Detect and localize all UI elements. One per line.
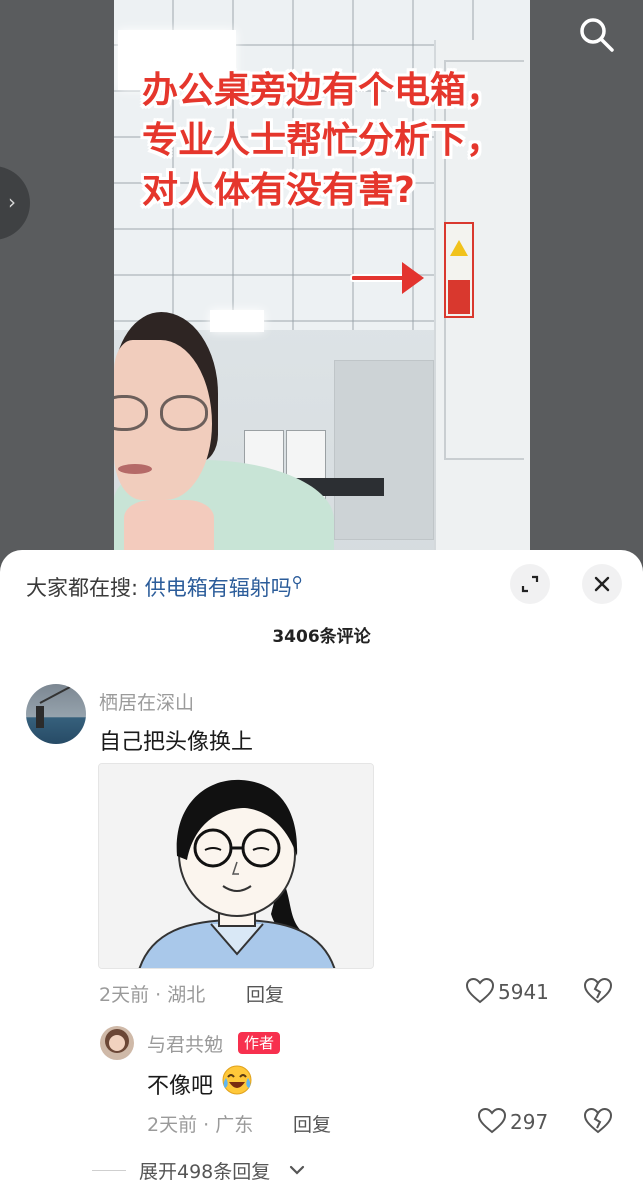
lens (160, 395, 208, 431)
comment-image[interactable] (98, 763, 374, 969)
comment-text: 自己把头像换上 (99, 730, 254, 755)
glasses (114, 395, 220, 431)
like-count: 5941 (498, 980, 549, 1004)
author-badge: 作者 (238, 1032, 281, 1054)
broken-heart-icon[interactable] (584, 978, 612, 1004)
laughing-crying-emoji (222, 1065, 252, 1095)
comment-time: 2天前 (99, 984, 150, 1006)
reply-avatar[interactable] (100, 1026, 134, 1060)
warning-sign-label (448, 280, 470, 314)
search-suggestion-label: 大家都在搜: (26, 576, 139, 600)
chevron-down-icon[interactable] (288, 1162, 306, 1178)
fisherman (36, 706, 44, 728)
comment-meta: 2天前 · 湖北 (99, 984, 206, 1006)
video-player[interactable]: 办公桌旁边有个电箱，专业人士帮忙分析下，对人体有没有害? (114, 0, 530, 560)
fishing-rod (39, 686, 71, 704)
warning-triangle-icon (450, 240, 468, 256)
reply-meta: 2天前 · 广东 (147, 1114, 254, 1136)
close-icon (594, 576, 610, 592)
reply-reply-button[interactable]: 回复 (293, 1110, 331, 1137)
lips (118, 464, 152, 474)
search-suggestion-term[interactable]: 供电箱有辐射吗 (145, 576, 292, 600)
small-search-icon: ⚲ (291, 573, 303, 591)
reply-like-count: 297 (510, 1110, 549, 1134)
expand-button[interactable] (510, 564, 550, 604)
reply-button[interactable]: 回复 (246, 980, 284, 1007)
avatar-face (109, 1035, 125, 1051)
comment-location: 湖北 (167, 984, 206, 1006)
heart-icon[interactable] (466, 978, 494, 1004)
lens (114, 395, 148, 431)
person (114, 300, 354, 560)
video-caption: 办公桌旁边有个电箱，专业人士帮忙分析下，对人体有没有害? (142, 70, 503, 211)
reply-username[interactable]: 与君共勉 (147, 1030, 223, 1057)
heart-icon[interactable] (478, 1108, 506, 1134)
arrow-icon (350, 274, 406, 282)
arrow-head-icon (402, 262, 424, 294)
reply-location: 广东 (215, 1114, 254, 1136)
expand-icon (521, 575, 539, 593)
avatar[interactable] (26, 684, 86, 744)
comment-count: 3406条评论 (272, 627, 371, 647)
expand-replies-button[interactable]: 展开498条回复 (139, 1157, 270, 1184)
close-button[interactable] (582, 564, 622, 604)
reply-time: 2天前 (147, 1114, 198, 1136)
divider (92, 1170, 126, 1171)
reply-text: 不像吧 (147, 1074, 214, 1099)
search-suggestion[interactable]: 大家都在搜: 供电箱有辐射吗⚲ (26, 572, 303, 602)
chevron-right-icon: › (8, 190, 16, 214)
comment-username[interactable]: 栖居在深山 (99, 688, 194, 715)
comments-sheet: 大家都在搜: 供电箱有辐射吗⚲ 3406条评论 栖居在深山 自己把头像换上 2天… (0, 550, 643, 1200)
search-icon[interactable] (576, 14, 616, 54)
broken-heart-icon[interactable] (584, 1108, 612, 1134)
cartoon-portrait (99, 764, 373, 968)
